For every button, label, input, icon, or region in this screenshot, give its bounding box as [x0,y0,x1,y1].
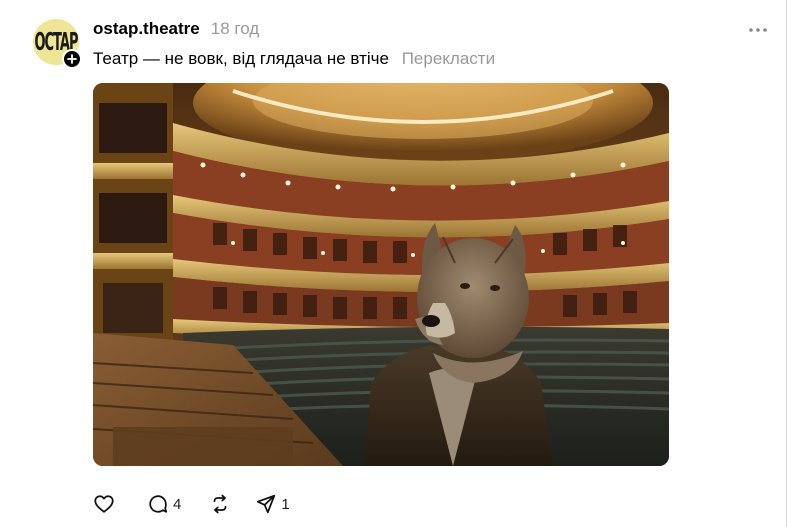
heart-icon [94,495,114,513]
translate-link[interactable]: Перекласти [402,49,495,68]
share-count: 1 [281,495,290,513]
post-header: ostap.theatre 18 год [93,19,259,41]
share-button[interactable]: 1 [255,490,290,518]
like-button[interactable] [93,490,119,518]
username-link[interactable]: ostap.theatre [93,19,200,39]
post-text: Театр — не вовк, від глядача не втіче [93,49,389,68]
follow-button[interactable] [62,49,82,69]
repost-icon [213,494,227,514]
more-dots-icon [749,28,767,32]
comment-count: 4 [173,495,182,513]
post-actions-bar: 4 1 [93,490,290,518]
post-image[interactable] [93,83,669,466]
comment-button[interactable]: 4 [147,490,181,518]
comment-icon [149,495,168,513]
avatar-container[interactable]: OCTAP [33,19,82,69]
share-icon [257,494,276,514]
post-caption: Театр — не вовк, від глядача не втіче Пе… [93,49,495,69]
repost-button[interactable] [209,490,235,518]
post-timestamp[interactable]: 18 год [211,19,259,39]
more-options-button[interactable] [744,20,772,40]
theatre-hall-wolf-photo [93,83,669,466]
plus-icon [67,54,77,64]
